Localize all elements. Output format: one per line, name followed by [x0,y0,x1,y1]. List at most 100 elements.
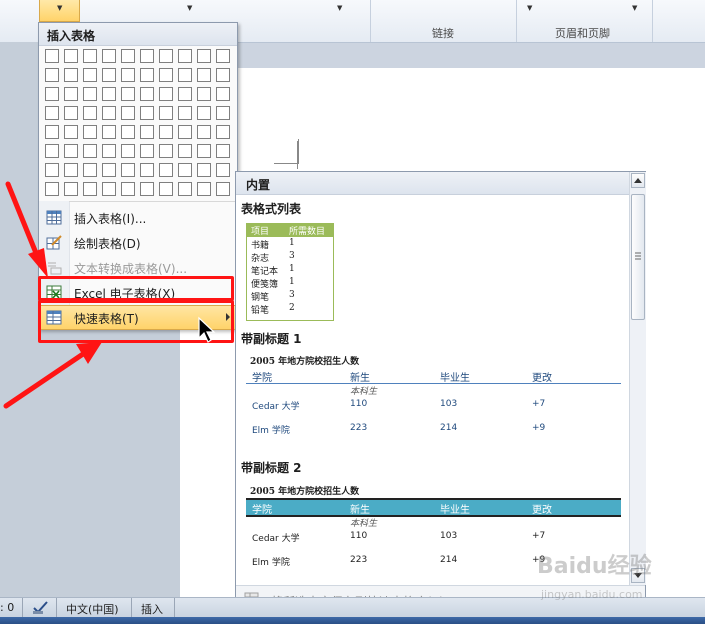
table-size-cell[interactable] [197,144,211,158]
dropdown-arrow-icon[interactable]: ▼ [527,4,532,12]
table-size-cell[interactable] [216,49,230,63]
table-size-cell[interactable] [121,182,135,196]
table-size-cell[interactable] [45,68,59,82]
table-size-cell[interactable] [140,182,154,196]
table-size-cell[interactable] [140,144,154,158]
table-dropdown-button[interactable]: ▼ [39,0,80,22]
table-size-cell[interactable] [64,49,78,63]
subtable-header-cell: 更改 [532,505,552,516]
table-size-cell[interactable] [121,106,135,120]
table-size-cell[interactable] [216,125,230,139]
table-size-cell[interactable] [64,144,78,158]
table-size-cell[interactable] [102,49,116,63]
table-size-cell[interactable] [45,125,59,139]
table-size-cell[interactable] [216,87,230,101]
table-size-cell[interactable] [159,163,173,177]
table-size-cell[interactable] [140,68,154,82]
table-size-cell[interactable] [83,49,97,63]
table-size-cell[interactable] [140,87,154,101]
table-size-cell[interactable] [178,163,192,177]
list-preview-row: 钢笔 3 [247,290,333,303]
table-size-cell[interactable] [121,125,135,139]
list-cell: 1 [289,238,295,248]
table-size-cell[interactable] [197,163,211,177]
gallery-header-title: 内置 [246,178,271,192]
table-size-cell[interactable] [178,125,192,139]
dropdown-arrow-icon[interactable]: ▼ [337,4,342,12]
table-size-cell[interactable] [83,106,97,120]
subtable-header-cell: 学院 [252,505,272,516]
subtable-cell: Cedar 大学 [252,534,300,544]
table-size-cell[interactable] [178,144,192,158]
table-size-cell[interactable] [178,182,192,196]
table-size-cell[interactable] [178,49,192,63]
table-size-cell[interactable] [83,144,97,158]
table-size-cell[interactable] [159,106,173,120]
dropdown-arrow-icon[interactable]: ▼ [632,4,637,12]
status-separator [22,598,23,618]
table-size-cell[interactable] [121,68,135,82]
table-size-cell[interactable] [159,182,173,196]
table-size-cell[interactable] [159,49,173,63]
table-size-cell[interactable] [45,49,59,63]
gallery-item-tabular-list[interactable]: 项目 所需数目 书籍 1 杂志 3 笔记本 1 便笺簿 1 钢笔 3 铅笔 2 [246,223,334,321]
list-cell: 便笺簿 [251,280,279,290]
table-size-cell[interactable] [216,182,230,196]
table-size-cell[interactable] [121,144,135,158]
table-size-cell[interactable] [159,125,173,139]
watermark-text: Baidu经验 [537,554,652,579]
scroll-up-button[interactable] [631,173,645,188]
list-cell: 3 [289,290,295,300]
table-size-cell[interactable] [140,106,154,120]
table-size-cell[interactable] [45,87,59,101]
subtable-cell: 223 [350,555,368,565]
table-size-cell[interactable] [45,144,59,158]
table-size-cell[interactable] [102,106,116,120]
table-size-cell[interactable] [197,125,211,139]
table-size-cell[interactable] [102,144,116,158]
table-size-cell[interactable] [83,87,97,101]
table-size-cell[interactable] [64,106,78,120]
table-size-cell[interactable] [178,68,192,82]
table-size-cell[interactable] [216,163,230,177]
table-size-cell[interactable] [45,106,59,120]
table-size-cell[interactable] [159,144,173,158]
table-size-cell[interactable] [102,68,116,82]
table-size-cell[interactable] [64,125,78,139]
table-size-cell[interactable] [140,125,154,139]
table-size-cell[interactable] [159,68,173,82]
table-size-cell[interactable] [197,68,211,82]
table-size-cell[interactable] [140,163,154,177]
table-size-cell[interactable] [121,163,135,177]
table-size-cell[interactable] [216,144,230,158]
table-size-cell[interactable] [197,49,211,63]
status-language[interactable]: 中文(中国) [66,601,119,617]
dropdown-arrow-icon[interactable]: ▼ [187,4,192,12]
table-size-cell[interactable] [83,125,97,139]
table-size-cell[interactable] [197,182,211,196]
proofing-check-icon[interactable] [32,600,50,615]
subtable-subheader: 本科生 [350,519,378,529]
table-size-cell[interactable] [178,87,192,101]
status-insert-mode[interactable]: 插入 [141,601,163,617]
table-size-cell[interactable] [216,106,230,120]
table-size-cell[interactable] [83,68,97,82]
table-size-cell[interactable] [197,87,211,101]
scroll-thumb[interactable] [631,194,645,320]
table-size-cell[interactable] [178,106,192,120]
gallery-scrollbar[interactable] [629,172,646,585]
subtable-row: Cedar 大学 110 103 +7 [246,398,621,413]
table-size-cell[interactable] [140,49,154,63]
subtable-cell: 110 [350,531,368,541]
table-size-cell[interactable] [216,68,230,82]
table-size-cell[interactable] [121,87,135,101]
table-size-cell[interactable] [197,106,211,120]
table-size-cell[interactable] [64,87,78,101]
table-size-cell[interactable] [121,49,135,63]
text-cursor [297,141,298,169]
table-size-cell[interactable] [64,68,78,82]
gallery-item-subheading-1[interactable]: 2005 年地方院校招生人数 学院 新生 毕业生 更改 本科生 Cedar 大学… [246,352,621,444]
table-size-cell[interactable] [102,125,116,139]
table-size-cell[interactable] [159,87,173,101]
table-size-cell[interactable] [102,87,116,101]
